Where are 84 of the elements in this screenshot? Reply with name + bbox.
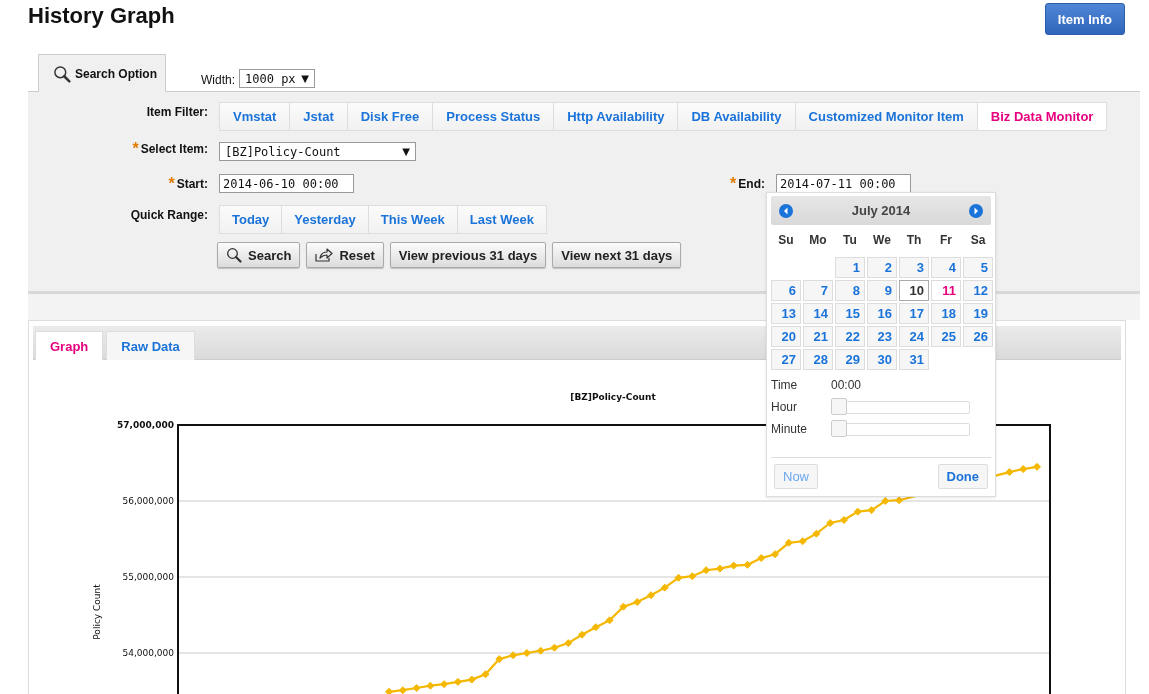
calendar-day[interactable]: 15	[835, 303, 865, 324]
reset-button[interactable]: Reset	[306, 242, 384, 268]
quick-range-option[interactable]: Yesterday	[281, 206, 368, 233]
weekday-label: Mo	[808, 232, 828, 249]
filter-tab[interactable]: Http Availability	[553, 103, 678, 130]
calendar-day[interactable]: 2	[867, 257, 897, 278]
calendar-day[interactable]: 21	[803, 326, 833, 347]
calendar-day[interactable]: 11	[931, 280, 961, 301]
y-tick-label: 56,000,000	[122, 496, 174, 506]
calendar-day[interactable]: 26	[963, 326, 993, 347]
calendar-day[interactable]: 23	[867, 326, 897, 347]
calendar-day[interactable]: 3	[899, 257, 929, 278]
calendar-day[interactable]: 28	[803, 349, 833, 370]
weekday-label: We	[872, 232, 892, 249]
range-button[interactable]: View previous 31 days	[389, 242, 547, 268]
time-label: Time	[771, 378, 799, 392]
calendar-day[interactable]: 30	[867, 349, 897, 370]
calendar-day[interactable]: 8	[835, 280, 865, 301]
item-info-button[interactable]: Item Info	[1044, 3, 1125, 35]
calendar-day[interactable]: 6	[771, 280, 801, 301]
required-mark: *	[730, 177, 737, 190]
filter-tab[interactable]: Process Status	[432, 103, 554, 130]
filter-tab[interactable]: Jstat	[289, 103, 347, 130]
calendar-day[interactable]: 27	[771, 349, 801, 370]
page-title: History Graph	[28, 2, 175, 30]
calendar-day[interactable]: 13	[771, 303, 801, 324]
start-date-field[interactable]: 2014-06-10 00:00	[219, 174, 354, 193]
quick-range-label: Quick Range:	[130, 208, 208, 222]
item-select[interactable]: [BZ]Policy-Count ▼	[219, 142, 416, 161]
width-label: Width:	[201, 73, 235, 87]
filter-tab[interactable]: Biz Data Monitor	[976, 103, 1107, 130]
calendar-day[interactable]: 18	[931, 303, 961, 324]
y-axis-label: Policy Count	[92, 584, 102, 640]
calendar-day[interactable]: 19	[963, 303, 993, 324]
calendar-day[interactable]: 16	[867, 303, 897, 324]
range-button[interactable]: View next 31 days	[552, 242, 682, 268]
quick-range-option[interactable]: Last Week	[456, 206, 546, 233]
filter-tab[interactable]: Vmstat	[220, 103, 290, 130]
start-label: Start:	[176, 176, 208, 191]
calendar-day[interactable]: 1	[835, 257, 865, 278]
calendar-day[interactable]: 24	[899, 326, 929, 347]
calendar-day[interactable]: 5	[963, 257, 993, 278]
month-title: July 2014	[851, 203, 911, 218]
y-tick-label: 54,000,000	[122, 648, 174, 658]
calendar-day[interactable]: 22	[835, 326, 865, 347]
filter-tab[interactable]: Customized Monitor Item	[794, 103, 977, 130]
done-button[interactable]: Done	[937, 464, 988, 489]
calendar-day[interactable]: 20	[771, 326, 801, 347]
select-item-label: Select Item:	[140, 142, 208, 156]
calendar-day[interactable]: 17	[899, 303, 929, 324]
tab-label: Search Option	[75, 66, 157, 81]
chart-title: [BZ]Policy-Count	[570, 392, 656, 402]
calendar-day[interactable]: 12	[963, 280, 993, 301]
calendar-day[interactable]: 4	[931, 257, 961, 278]
calendar-day[interactable]: 9	[867, 280, 897, 301]
slider-label: Hour	[771, 400, 798, 414]
result-tab[interactable]: Raw Data	[106, 331, 195, 360]
calendar-day[interactable]: 14	[803, 303, 833, 324]
weekday-label: Tu	[842, 232, 858, 249]
end-label: End:	[738, 176, 765, 191]
result-tab[interactable]: Graph	[35, 331, 104, 360]
search-option-tab[interactable]: Search Option	[38, 54, 166, 92]
calendar-day[interactable]: 29	[835, 349, 865, 370]
required-mark: *	[168, 177, 175, 190]
calendar-day[interactable]: 25	[931, 326, 961, 347]
quick-range-option[interactable]: This Week	[367, 206, 457, 233]
search-button[interactable]: Search	[217, 242, 301, 268]
filter-tab[interactable]: Disk Free	[346, 103, 433, 130]
weekday-label: Th	[905, 232, 923, 249]
weekday-label: Sa	[969, 232, 987, 249]
calendar-day[interactable]: 31	[899, 349, 929, 370]
slider-label: Minute	[771, 422, 809, 436]
filter-tab[interactable]: DB Availability	[677, 103, 795, 130]
calendar-day[interactable]: 10	[899, 280, 929, 301]
calendar-day[interactable]: 7	[803, 280, 833, 301]
quick-range-option[interactable]: Today	[220, 206, 282, 233]
item-filter-label: Item Filter:	[146, 105, 208, 119]
width-select[interactable]: 1000 px ▼	[239, 69, 315, 88]
y-tick-label: 57,000,000	[117, 420, 174, 430]
weekday-label: Su	[777, 232, 795, 249]
weekday-label: Fr	[939, 232, 953, 249]
y-tick-label: 55,000,000	[122, 572, 174, 582]
required-mark: *	[132, 143, 139, 155]
time-value: 00:00	[831, 378, 863, 392]
